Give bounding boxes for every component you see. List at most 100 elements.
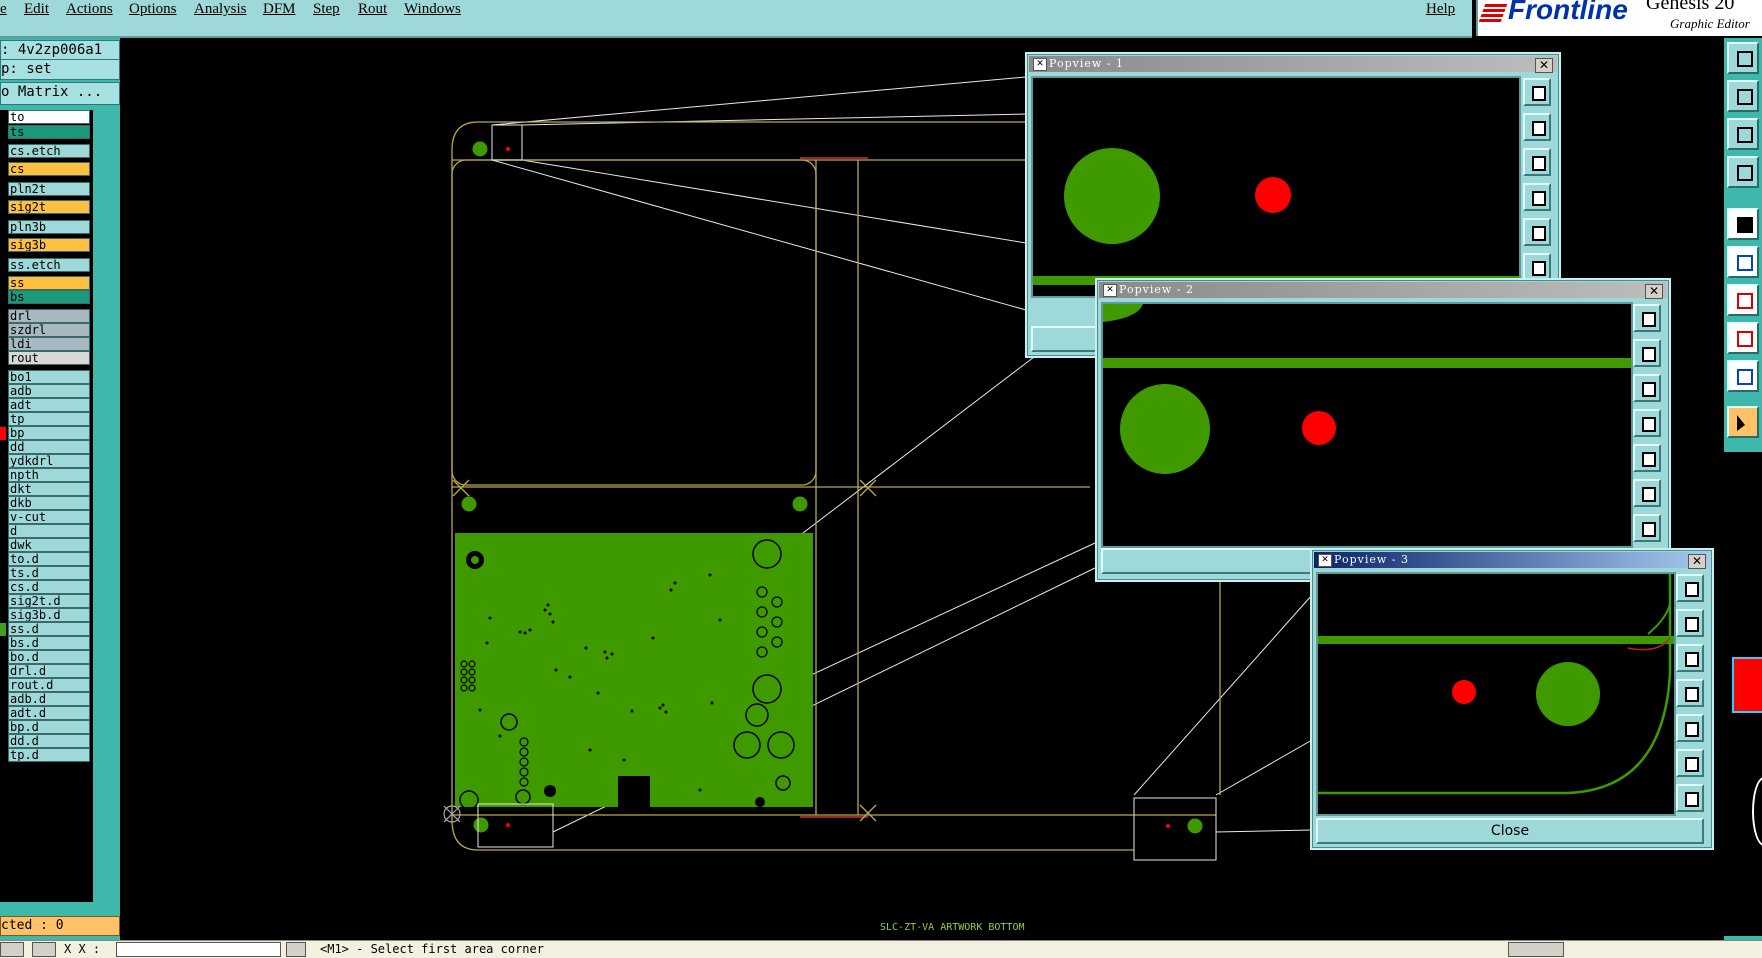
pan-right-icon[interactable]	[1523, 218, 1551, 246]
layer-npth[interactable]: npth	[8, 468, 90, 482]
layer-ldi[interactable]: ldi	[8, 337, 90, 351]
layer-cs[interactable]: cs	[8, 162, 90, 176]
layer-adb-d[interactable]: adb.d	[8, 692, 90, 706]
zoom-home-icon[interactable]	[1676, 574, 1704, 602]
layer-bo1[interactable]: bo1	[8, 370, 90, 384]
window-menu-icon[interactable]: ✕	[1033, 58, 1047, 71]
matrix-button[interactable]: o Matrix ...	[0, 82, 120, 105]
layer-dd[interactable]: dd	[8, 440, 90, 454]
layer-to[interactable]: to	[8, 110, 90, 124]
layer-bp[interactable]: bp	[8, 426, 90, 440]
center-view-icon[interactable]	[1676, 784, 1704, 812]
menu-analysis[interactable]: Analysis	[194, 1, 247, 18]
popview-1-close-icon[interactable]: ✕	[1535, 58, 1553, 73]
menu-edit[interactable]: Edit	[24, 1, 49, 18]
popview-2-window[interactable]: ✕ Popview - 2 ✕	[1095, 278, 1671, 582]
window-home-icon[interactable]	[1727, 42, 1759, 74]
layer-ydkdrl[interactable]: ydkdrl	[8, 454, 90, 468]
layer-drl[interactable]: drl	[8, 309, 90, 323]
zoom-in-icon[interactable]	[1676, 609, 1704, 637]
menu-help[interactable]: Help	[1426, 1, 1455, 18]
popview-3-close-button[interactable]: Close	[1316, 818, 1704, 844]
layer-ss-d[interactable]: ss.d	[8, 622, 90, 636]
layer-cs-d[interactable]: cs.d	[8, 580, 90, 594]
polygon-icon[interactable]	[1727, 360, 1759, 392]
popview-2-titlebar[interactable]: ✕ Popview - 2 ✕	[1099, 282, 1667, 299]
shape-icon[interactable]	[1727, 322, 1759, 354]
layer-tp[interactable]: tp	[8, 412, 90, 426]
layer-dd-d[interactable]: dd.d	[8, 734, 90, 748]
pan-left-icon[interactable]	[1633, 409, 1661, 437]
layer-to-d[interactable]: to.d	[8, 552, 90, 566]
layer-bs-d[interactable]: bs.d	[8, 636, 90, 650]
popview-2-viewport[interactable]	[1101, 302, 1633, 548]
layer-d[interactable]: d	[8, 524, 90, 538]
status-close-icon[interactable]	[0, 942, 24, 957]
zoom-out-icon[interactable]	[1633, 374, 1661, 402]
layer-adt[interactable]: adt	[8, 398, 90, 412]
pan-right-icon[interactable]	[1676, 714, 1704, 742]
menu-file[interactable]: e	[0, 1, 7, 18]
layer-bs[interactable]: bs	[8, 290, 90, 304]
zoom-window-icon[interactable]	[1727, 80, 1759, 112]
layer-sig3b-d[interactable]: sig3b.d	[8, 608, 90, 622]
popview-1-viewport[interactable]	[1031, 76, 1521, 298]
layer-bo-d[interactable]: bo.d	[8, 650, 90, 664]
zoom-out-icon[interactable]	[1523, 148, 1551, 176]
fit-view-icon[interactable]	[1633, 479, 1661, 507]
window-menu-icon[interactable]: ✕	[1103, 284, 1117, 297]
zoom-home-icon[interactable]	[1633, 304, 1661, 332]
layer-ts-d[interactable]: ts.d	[8, 566, 90, 580]
pan-right-icon[interactable]	[1633, 444, 1661, 472]
fit-view-icon[interactable]	[1676, 749, 1704, 777]
select-pointer-icon[interactable]	[1727, 406, 1759, 438]
menu-step[interactable]: Step	[313, 1, 340, 18]
layer-cs-etch[interactable]: cs.etch	[8, 144, 90, 158]
fit-view-icon[interactable]	[1523, 253, 1551, 281]
layer-adb[interactable]: adb	[8, 384, 90, 398]
menu-dfm[interactable]: DFM	[263, 1, 296, 18]
layer-sig3b[interactable]: sig3b	[8, 238, 90, 252]
layer-szdrl[interactable]: szdrl	[8, 323, 90, 337]
layer-dkb[interactable]: dkb	[8, 496, 90, 510]
popview-3-window[interactable]: ✕ Popview - 3 ✕ Close	[1310, 548, 1714, 850]
line-draw-icon[interactable]	[1727, 284, 1759, 316]
snap-icon[interactable]	[1727, 208, 1759, 240]
status-toggle-icon[interactable]	[286, 942, 306, 957]
window-menu-icon[interactable]: ✕	[1318, 554, 1332, 567]
layer-drl-d[interactable]: drl.d	[8, 664, 90, 678]
layer-dwk[interactable]: dwk	[8, 538, 90, 552]
pan-left-icon[interactable]	[1523, 183, 1551, 211]
layer-rout-d[interactable]: rout.d	[8, 678, 90, 692]
measure-icon[interactable]	[1727, 156, 1759, 188]
status-mode-icons[interactable]	[1508, 942, 1564, 957]
layer-pln2t[interactable]: pln2t	[8, 182, 90, 196]
menu-rout[interactable]: Rout	[358, 1, 387, 18]
status-grid-icon[interactable]	[32, 942, 56, 957]
zoom-in-icon[interactable]	[1523, 113, 1551, 141]
net-icon[interactable]	[1727, 246, 1759, 278]
pan-left-icon[interactable]	[1676, 679, 1704, 707]
zoom-out-icon[interactable]	[1676, 644, 1704, 672]
layer-tp-d[interactable]: tp.d	[8, 748, 90, 762]
layer-v-cut[interactable]: v-cut	[8, 510, 90, 524]
center-view-icon[interactable]	[1633, 514, 1661, 542]
layer-sig2t[interactable]: sig2t	[8, 200, 90, 214]
popview-3-titlebar[interactable]: ✕ Popview - 3 ✕	[1314, 552, 1710, 569]
menu-windows[interactable]: Windows	[404, 1, 461, 18]
layer-bp-d[interactable]: bp.d	[8, 720, 90, 734]
layer-ss[interactable]: ss	[8, 276, 90, 290]
layer-ss-etch[interactable]: ss.etch	[8, 258, 90, 272]
menu-actions[interactable]: Actions	[66, 1, 113, 18]
popview-3-close-icon[interactable]: ✕	[1688, 554, 1706, 569]
popview-2-close-icon[interactable]: ✕	[1645, 284, 1663, 299]
fit-all-icon[interactable]	[1727, 118, 1759, 150]
coordinate-input[interactable]	[116, 942, 281, 957]
layer-adt-d[interactable]: adt.d	[8, 706, 90, 720]
menu-options[interactable]: Options	[129, 1, 177, 18]
layer-sig2t-d[interactable]: sig2t.d	[8, 594, 90, 608]
layer-rout[interactable]: rout	[8, 351, 90, 365]
zoom-in-icon[interactable]	[1633, 339, 1661, 367]
layer-pln3b[interactable]: pln3b	[8, 220, 90, 234]
popview-1-titlebar[interactable]: ✕ Popview - 1 ✕	[1029, 56, 1557, 73]
